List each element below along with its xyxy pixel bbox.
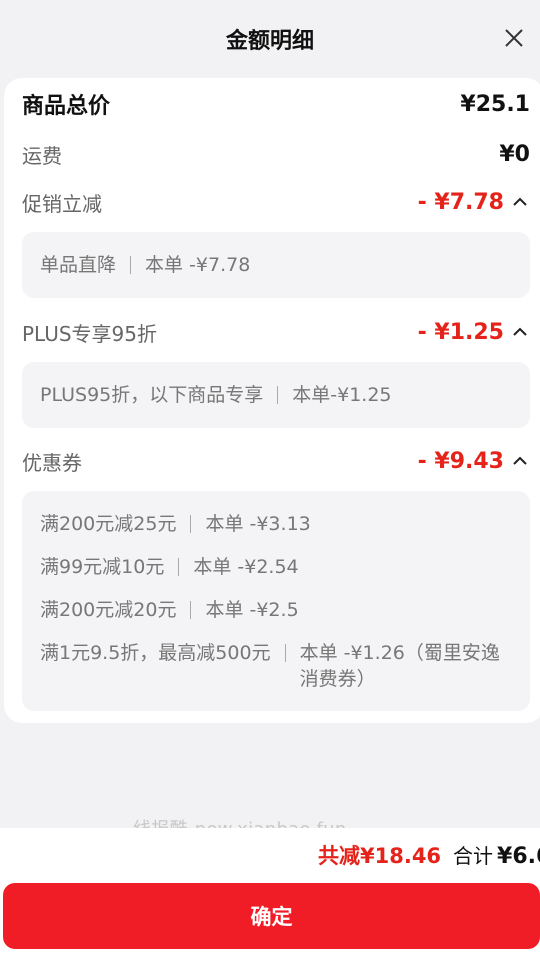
chevron-up-icon[interactable] [510,192,530,212]
plus-label: PLUS专享95折 [22,321,157,346]
coupon-row[interactable]: 优惠券 - ¥9.43 [22,445,530,477]
divider [178,558,180,576]
plus-detail-box: PLUS95折，以下商品专享 本单-¥1.25 [22,362,530,428]
total-price-label: 商品总价 [22,94,111,119]
coupon-detail-box: 满200元减25元 本单 -¥3.13 满99元减10元 本单 -¥2.54 满… [22,491,530,711]
coupon-detail-line: 满200元减25元 本单 -¥3.13 [40,511,512,537]
plus-row[interactable]: PLUS专享95折 - ¥1.25 [22,316,530,348]
coupon-label: 优惠券 [22,450,82,475]
promo-detail-line: 单品直降 本单 -¥7.78 [40,252,512,278]
coupon-item-text: 满1元9.5折，最高减500元 [40,642,271,664]
chevron-up-icon[interactable] [510,451,530,471]
coupon-detail-line: 满200元减20元 本单 -¥2.5 [40,597,512,623]
total-price-value: ¥25.1 [460,91,530,117]
total-price-row: 商品总价 ¥25.1 [22,88,530,120]
shipping-row: 运费 ¥0 [22,138,530,170]
sheet-header: 金额明细 [0,0,540,78]
coupon-value-wrap: - ¥9.43 [418,449,530,474]
divider [277,386,279,404]
promo-detail-amount: 本单 -¥7.78 [145,254,251,276]
coupon-item-amount: 本单 -¥3.13 [205,513,311,535]
total-discount: 共减¥18.46 [318,844,442,868]
promo-detail-box: 单品直降 本单 -¥7.78 [22,232,530,298]
plus-value: - ¥1.25 [417,319,504,345]
divider [284,644,286,662]
divider [190,515,192,533]
coupon-detail-line: 满1元9.5折，最高减500元 本单 -¥1.26（蜀里安逸消费券） [40,640,512,692]
plus-value-wrap: - ¥1.25 [418,320,530,345]
shipping-value: ¥0 [499,141,530,167]
close-icon[interactable] [500,24,528,52]
promo-label: 促销立减 [22,191,102,216]
page-title: 金额明细 [225,29,314,54]
divider [130,256,132,274]
plus-detail-text: PLUS95折，以下商品专享 [40,384,264,406]
coupon-item-text: 满200元减25元 [40,513,177,535]
confirm-button[interactable]: 确定 [3,883,540,949]
coupon-item-text: 满99元减10元 [40,556,165,578]
chevron-up-icon[interactable] [510,322,530,342]
promo-row[interactable]: 促销立减 - ¥7.78 [22,186,530,218]
promo-detail-text: 单品直降 [40,254,117,276]
coupon-item-amount: 本单 -¥2.54 [193,556,299,578]
promo-value-wrap: - ¥7.78 [418,190,530,215]
divider [190,601,192,619]
coupon-item-amount: 本单 -¥1.26（蜀里安逸消费券） [299,642,500,690]
total-label: 合计 [453,844,494,868]
coupon-item-text: 满200元减20元 [40,599,177,621]
summary-line: 共减¥18.46 合计 ¥6.64 [318,840,540,870]
shipping-label: 运费 [22,143,62,168]
coupon-detail-line: 满99元减10元 本单 -¥2.54 [40,554,512,580]
plus-detail-amount: 本单-¥1.25 [292,384,392,406]
coupon-value: - ¥9.43 [417,448,504,474]
plus-detail-line: PLUS95折，以下商品专享 本单-¥1.25 [40,382,512,408]
coupon-item-amount: 本单 -¥2.5 [205,599,299,621]
promo-value: - ¥7.78 [417,189,504,215]
total-value: ¥6.64 [497,844,540,869]
